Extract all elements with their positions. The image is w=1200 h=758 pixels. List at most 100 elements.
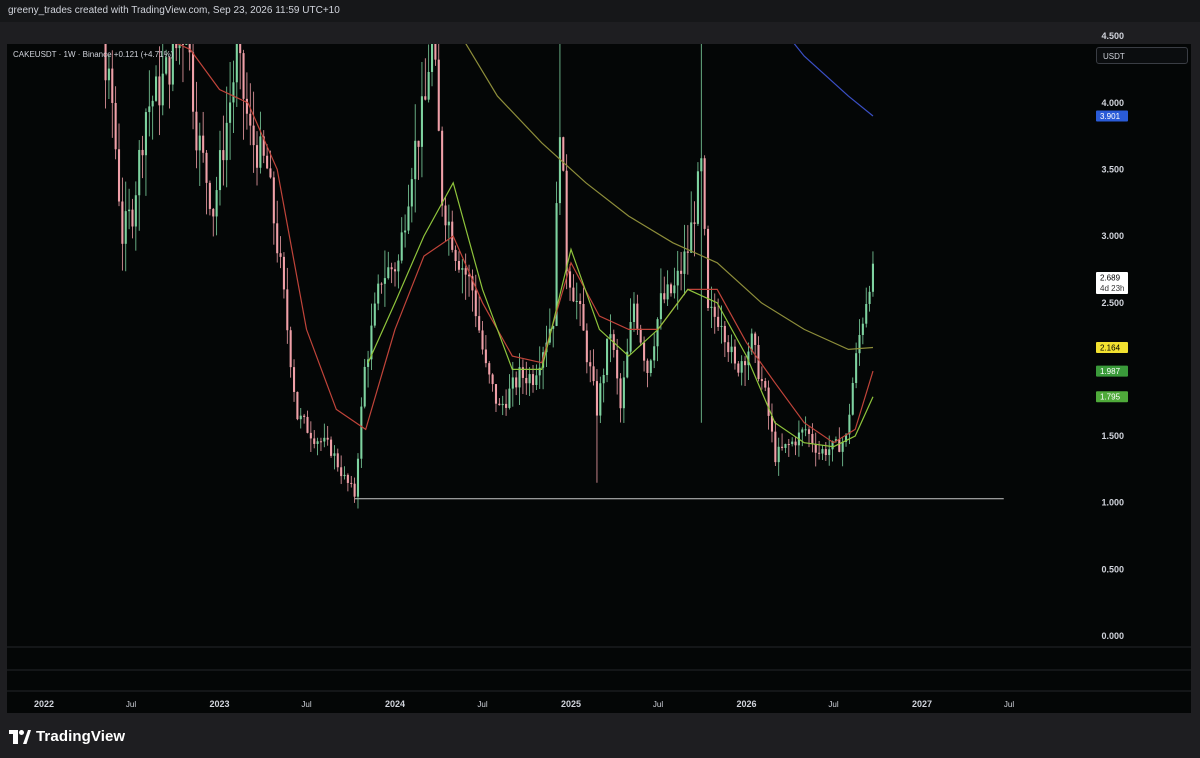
candle[interactable] <box>595 369 599 483</box>
candle[interactable] <box>367 350 370 388</box>
candle[interactable] <box>653 332 656 369</box>
candle[interactable] <box>562 136 565 172</box>
candle[interactable] <box>276 200 279 263</box>
candle[interactable] <box>252 91 255 173</box>
candle[interactable] <box>356 453 360 509</box>
candle[interactable] <box>131 198 134 239</box>
price-axis[interactable]: 0.0000.5001.0001.5002.0002.5003.0003.500… <box>1101 0 1124 641</box>
candle[interactable] <box>434 0 437 66</box>
candle[interactable] <box>518 353 521 406</box>
candle[interactable] <box>646 358 649 388</box>
candle[interactable] <box>801 427 804 447</box>
candle[interactable] <box>370 303 373 370</box>
candle[interactable] <box>774 421 777 466</box>
candle[interactable] <box>558 36 561 216</box>
candle[interactable] <box>814 432 817 467</box>
candle[interactable] <box>737 361 740 377</box>
candle[interactable] <box>299 407 302 429</box>
candle[interactable] <box>400 217 403 264</box>
candle[interactable] <box>868 285 871 312</box>
candle[interactable] <box>744 356 747 387</box>
candle[interactable] <box>222 115 225 186</box>
candle[interactable] <box>639 324 642 347</box>
candle[interactable] <box>673 267 676 299</box>
candle[interactable] <box>309 421 312 452</box>
candle[interactable] <box>296 391 299 421</box>
candle[interactable] <box>117 123 121 207</box>
candle[interactable] <box>245 72 248 130</box>
candle[interactable] <box>659 268 662 330</box>
candle[interactable] <box>144 108 147 196</box>
candle[interactable] <box>417 140 420 180</box>
candle[interactable] <box>387 251 390 280</box>
candle[interactable] <box>525 361 528 395</box>
candle[interactable] <box>629 298 632 355</box>
candle[interactable] <box>336 448 339 472</box>
candle[interactable] <box>350 475 353 488</box>
candle[interactable] <box>346 473 349 492</box>
candle[interactable] <box>181 26 185 83</box>
candle[interactable] <box>622 360 625 423</box>
candle[interactable] <box>148 70 151 137</box>
candle[interactable] <box>255 131 259 186</box>
candle[interactable] <box>225 86 228 188</box>
candle[interactable] <box>656 317 659 362</box>
candle[interactable] <box>178 37 181 65</box>
candle[interactable] <box>494 384 498 413</box>
candle[interactable] <box>498 398 501 406</box>
candle[interactable] <box>582 287 585 331</box>
candle[interactable] <box>404 214 407 248</box>
moving-average-line[interactable] <box>166 0 874 351</box>
candle[interactable] <box>760 366 763 390</box>
candle[interactable] <box>249 83 252 146</box>
candle[interactable] <box>208 180 211 216</box>
candle[interactable] <box>804 416 807 437</box>
candle[interactable] <box>669 282 673 297</box>
candle[interactable] <box>134 181 137 251</box>
candle[interactable] <box>427 44 430 103</box>
candle[interactable] <box>781 433 784 451</box>
candle[interactable] <box>589 350 592 383</box>
candle[interactable] <box>851 377 854 416</box>
candle[interactable] <box>794 437 797 456</box>
candle[interactable] <box>195 81 198 169</box>
candle[interactable] <box>777 437 780 476</box>
time-axis[interactable]: 2022 Jul 2023 Jul 2024 Jul 2025 Jul 2026 Jul 2027 J… <box>34 699 1014 709</box>
candle[interactable] <box>192 0 195 130</box>
candle[interactable] <box>861 317 864 345</box>
candle[interactable] <box>289 326 292 378</box>
candle[interactable] <box>447 204 450 256</box>
candle[interactable] <box>484 335 487 368</box>
candle[interactable] <box>730 334 733 364</box>
candle[interactable] <box>515 371 518 396</box>
candle[interactable] <box>575 282 578 320</box>
candle[interactable] <box>124 181 127 272</box>
candle[interactable] <box>824 441 827 461</box>
candle[interactable] <box>700 23 703 423</box>
candle[interactable] <box>239 14 242 90</box>
moving-average-line[interactable] <box>553 0 874 117</box>
candle[interactable] <box>242 49 245 140</box>
candle[interactable] <box>676 250 679 310</box>
candle[interactable] <box>713 293 716 334</box>
candle[interactable] <box>754 331 757 363</box>
candle[interactable] <box>464 253 467 300</box>
candle[interactable] <box>831 440 834 462</box>
candle[interactable] <box>680 251 683 291</box>
candle[interactable] <box>410 167 413 223</box>
candle[interactable] <box>286 267 289 344</box>
candle[interactable] <box>138 140 141 231</box>
candle[interactable] <box>461 259 464 294</box>
candle[interactable] <box>373 292 376 328</box>
candle[interactable] <box>770 403 774 443</box>
candle[interactable] <box>740 355 743 386</box>
candle[interactable] <box>107 54 110 99</box>
candle[interactable] <box>330 436 333 458</box>
candle[interactable] <box>505 389 508 416</box>
candle[interactable] <box>693 201 696 257</box>
candle[interactable] <box>121 177 124 271</box>
candle[interactable] <box>592 349 595 386</box>
candle[interactable] <box>727 335 730 362</box>
candle[interactable] <box>340 455 343 485</box>
candle[interactable] <box>488 361 491 384</box>
